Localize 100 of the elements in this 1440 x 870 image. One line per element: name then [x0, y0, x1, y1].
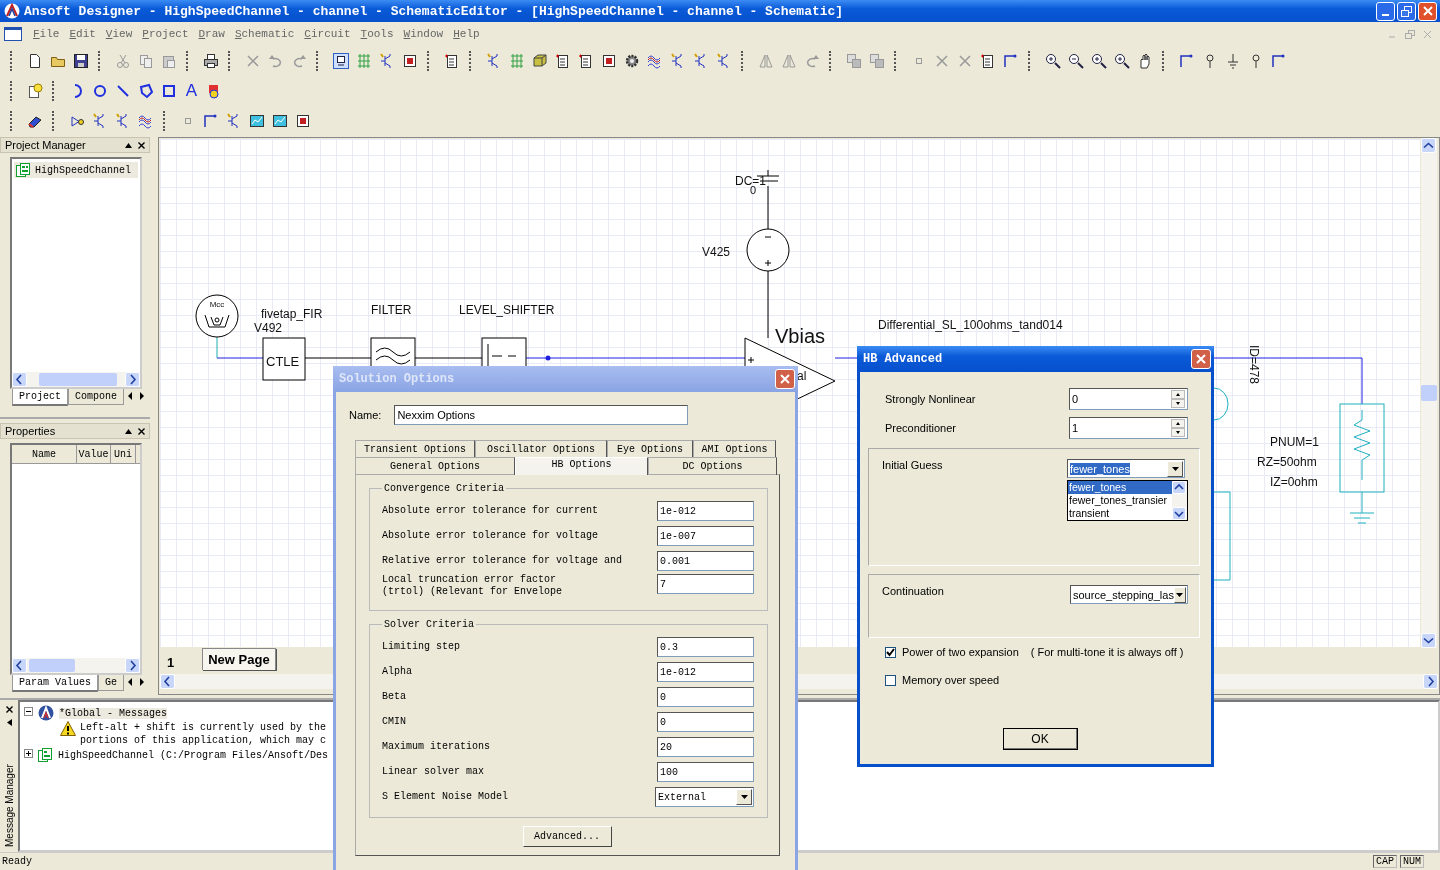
- scroll-left-button[interactable]: [160, 674, 175, 689]
- input-field[interactable]: 100: [657, 762, 754, 782]
- menu-item[interactable]: Draw: [193, 28, 230, 40]
- scroll-left-button[interactable]: [12, 372, 27, 387]
- input-field[interactable]: 0: [657, 712, 754, 732]
- collapse-icon[interactable]: [6, 719, 12, 726]
- amplifier-icon[interactable]: [68, 113, 85, 129]
- note-icon[interactable]: [443, 53, 460, 69]
- collapse-button[interactable]: [24, 707, 33, 716]
- column-header[interactable]: Name: [12, 445, 77, 463]
- scroll-up-button[interactable]: [1172, 481, 1186, 494]
- wire-icon[interactable]: [1178, 53, 1195, 69]
- menu-item[interactable]: Help: [448, 28, 485, 40]
- spin-arrows-icon[interactable]: [1171, 418, 1185, 437]
- dropdown[interactable]: source_stepping_las: [1070, 585, 1188, 604]
- dropdown-option[interactable]: fewer_tones: [1068, 481, 1172, 494]
- restore-button[interactable]: [1397, 1, 1416, 21]
- input-field[interactable]: 1e-012: [657, 662, 754, 682]
- scroll-down-button[interactable]: [1172, 507, 1186, 520]
- plot-icon[interactable]: [271, 113, 288, 129]
- close-button[interactable]: [1418, 1, 1437, 21]
- collapse-icon[interactable]: [125, 428, 132, 434]
- note-icon[interactable]: [979, 53, 996, 69]
- input-field[interactable]: 0: [657, 687, 754, 707]
- ok-button[interactable]: OK: [1002, 728, 1078, 750]
- page-tab[interactable]: New Page: [202, 648, 276, 670]
- menu-item[interactable]: File: [28, 28, 65, 40]
- text-tool-button[interactable]: A: [180, 80, 203, 102]
- spin-arrows-icon[interactable]: [1171, 389, 1185, 408]
- tab[interactable]: HB Options: [515, 457, 648, 475]
- scroll-thumb[interactable]: [29, 659, 75, 672]
- polygon-icon[interactable]: [137, 83, 154, 99]
- scrollbar[interactable]: [12, 372, 140, 387]
- help-icon[interactable]: [26, 83, 43, 99]
- panel-tab[interactable]: Param Values: [12, 675, 98, 692]
- scrollbar[interactable]: [1172, 481, 1187, 520]
- input-field[interactable]: 0.3: [657, 637, 754, 657]
- collapse-icon[interactable]: [125, 142, 132, 148]
- tree-item[interactable]: HighSpeedChannel (C:/Program Files/Ansoft/Des: [58, 749, 329, 761]
- menu-item[interactable]: Project: [137, 28, 194, 40]
- document-icon[interactable]: [4, 27, 22, 41]
- zoom-out-icon[interactable]: [1067, 53, 1084, 69]
- zoom-in-icon[interactable]: [1044, 53, 1061, 69]
- panel-tab[interactable]: Compone: [68, 389, 125, 405]
- scroll-right-button[interactable]: [125, 658, 140, 673]
- rectangle-icon[interactable]: [160, 83, 177, 99]
- wave-icon[interactable]: [137, 113, 154, 129]
- scrollbar[interactable]: [12, 658, 140, 673]
- menu-item[interactable]: Edit: [64, 28, 101, 40]
- tab[interactable]: General Options: [355, 457, 515, 475]
- line-icon[interactable]: [114, 83, 131, 99]
- dropdown-option[interactable]: fewer_tones_transier: [1068, 494, 1172, 507]
- dropdown-option[interactable]: transient: [1068, 507, 1172, 520]
- scrollbar[interactable]: [1421, 138, 1437, 648]
- input-field[interactable]: 1e-012: [657, 501, 754, 521]
- input-field[interactable]: 7: [657, 574, 754, 594]
- menu-item[interactable]: Circuit: [299, 28, 356, 40]
- close-icon[interactable]: [138, 141, 145, 149]
- panel-tab[interactable]: Ge: [98, 675, 125, 691]
- name-field[interactable]: Nexxim Options: [394, 405, 689, 425]
- scroll-right-button[interactable]: [1423, 674, 1438, 689]
- spin-field[interactable]: 0: [1069, 387, 1188, 410]
- minimize-button[interactable]: [1376, 1, 1395, 21]
- wire-icon[interactable]: [202, 113, 219, 129]
- close-button[interactable]: [1191, 349, 1211, 369]
- scroll-left-button[interactable]: [12, 658, 27, 673]
- input-field[interactable]: 0.001: [657, 551, 754, 571]
- expand-button[interactable]: [24, 749, 33, 758]
- note-icon[interactable]: [577, 53, 594, 69]
- close-icon[interactable]: [5, 706, 13, 713]
- scroll-right-button[interactable]: [125, 372, 140, 387]
- input-field[interactable]: 1e-007: [657, 526, 754, 546]
- scroll-thumb[interactable]: [39, 373, 117, 386]
- input-field[interactable]: 20: [657, 737, 754, 757]
- panel-tab[interactable]: Project: [12, 389, 68, 406]
- wave-icon[interactable]: [646, 53, 663, 69]
- plot-icon[interactable]: [248, 113, 265, 129]
- spin-field[interactable]: 1: [1069, 416, 1188, 439]
- tab[interactable]: Transient Options: [355, 440, 475, 457]
- tab[interactable]: DC Options: [648, 457, 777, 475]
- box-icon[interactable]: [600, 53, 617, 69]
- wire-icon[interactable]: [1002, 53, 1019, 69]
- column-header[interactable]: Value: [77, 445, 111, 463]
- note-icon[interactable]: [554, 53, 571, 69]
- checkbox[interactable]: [885, 674, 896, 686]
- box-icon[interactable]: [294, 113, 311, 129]
- dropdown[interactable]: fewer_tones: [1067, 459, 1185, 478]
- print-icon[interactable]: [202, 53, 219, 69]
- dropdown[interactable]: External: [655, 787, 754, 807]
- checkbox[interactable]: [885, 646, 896, 658]
- close-button[interactable]: [775, 369, 795, 389]
- menu-item[interactable]: Window: [398, 28, 449, 40]
- gear-icon[interactable]: [623, 53, 640, 69]
- menu-item[interactable]: Tools: [355, 28, 399, 40]
- zoom-in-icon[interactable]: [1113, 53, 1130, 69]
- menu-item[interactable]: View: [100, 28, 138, 40]
- cube-icon[interactable]: [531, 53, 548, 69]
- close-icon[interactable]: [138, 427, 145, 435]
- scroll-up-button[interactable]: [1421, 138, 1436, 153]
- save-icon[interactable]: [72, 53, 89, 69]
